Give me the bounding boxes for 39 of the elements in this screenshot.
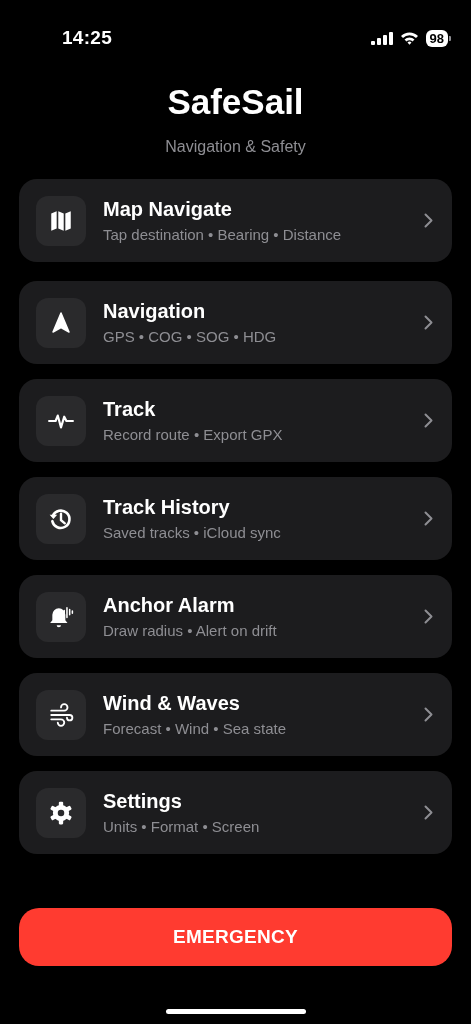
- card-title: Map Navigate: [103, 197, 233, 221]
- chevron-icon: [424, 707, 433, 722]
- settings-icon: [48, 799, 74, 826]
- card-title: Track History: [103, 495, 231, 519]
- home-indicator[interactable]: [166, 1009, 306, 1014]
- card-title: Navigation: [103, 299, 207, 323]
- menu-card[interactable]: Anchor Alarm Draw radius • Alert on drift: [19, 575, 452, 658]
- card-subtitle: Units • Format • Screen: [103, 818, 261, 836]
- card-subtitle: Saved tracks • iCloud sync: [103, 524, 282, 542]
- menu-card[interactable]: Map Navigate Tap destination • Bearing • Distance: [19, 179, 452, 262]
- chevron-icon: [424, 213, 433, 228]
- card-subtitle: Record route • Export GPX: [103, 426, 284, 444]
- chevron-icon: [424, 413, 433, 428]
- battery-level: 98: [425, 29, 448, 47]
- card-title: Settings: [103, 789, 183, 813]
- app-title: SafeSail: [166, 81, 305, 123]
- app-subtitle: Navigation & Safety: [164, 137, 307, 157]
- card-subtitle: GPS • COG • SOG • HDG: [103, 328, 278, 346]
- card-title: Anchor Alarm: [103, 593, 236, 617]
- wind-icon: [48, 701, 74, 728]
- menu-card[interactable]: Settings Units • Format • Screen: [19, 771, 452, 854]
- card-title: Wind & Waves: [103, 691, 241, 715]
- menu-card[interactable]: Track History Saved tracks • iCloud sync: [19, 477, 452, 560]
- emergency-button[interactable]: EMERGENCY: [19, 908, 452, 966]
- location-arrow-icon: [49, 309, 73, 336]
- menu-card[interactable]: Wind & Waves Forecast • Wind • Sea state: [19, 673, 452, 756]
- status-time: 14:25: [62, 27, 113, 49]
- card-subtitle: Draw radius • Alert on drift: [103, 622, 278, 640]
- chevron-icon: [424, 609, 433, 624]
- chevron-icon: [424, 511, 433, 526]
- chevron-icon: [424, 315, 433, 330]
- card-subtitle: Forecast • Wind • Sea state: [103, 720, 288, 738]
- signal-icon: [370, 31, 393, 45]
- wifi-icon: [399, 31, 419, 45]
- menu-card[interactable]: Track Record route • Export GPX: [19, 379, 452, 462]
- chevron-icon: [424, 805, 433, 820]
- card-title: Track: [103, 397, 157, 421]
- menu-card[interactable]: Navigation GPS • COG • SOG • HDG: [19, 281, 452, 364]
- card-subtitle: Tap destination • Bearing • Distance: [103, 226, 343, 244]
